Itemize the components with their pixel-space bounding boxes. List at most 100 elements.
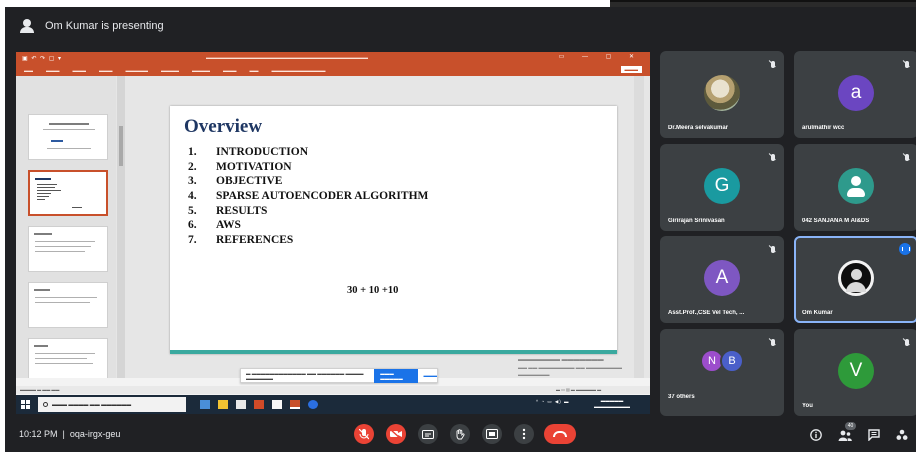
shared-screen[interactable]: ▣ ↶ ↷ ▢ ▾ ▬▬▬▬▬▬▬▬▬▬▬▬▬▬▬▬▬▬▬▬▬▬▬▬▬▬▬▬▬▬…: [16, 52, 650, 414]
agenda-item: 7. REFERENCES: [188, 234, 428, 249]
more-options-icon: [522, 428, 526, 440]
taskbar-app-icon: [236, 400, 246, 409]
slide-formula: 30 + 10 +10: [347, 285, 399, 296]
people-icon: [838, 430, 852, 441]
others-tile[interactable]: N B 37 others: [660, 329, 784, 416]
agenda-item: 6. AWS: [188, 219, 428, 234]
participant-name: arulmathir wcc: [802, 125, 845, 131]
slide-accent-bar: [170, 350, 617, 354]
agenda-item-label: OBJECTIVE: [216, 175, 283, 188]
taskbar-app-icon: [308, 400, 318, 409]
agenda-item: 3. OBJECTIVE: [188, 175, 428, 190]
system-tray-icons: ^ ◔ ▭ ◀) ▬: [536, 399, 570, 404]
presenter-person-icon: [19, 19, 35, 33]
speaking-indicator-icon: [899, 243, 911, 255]
ppt-doc-title: ▬▬▬▬▬▬▬▬▬▬▬▬▬▬▬▬▬▬▬▬▬▬▬▬▬▬▬▬▬▬▬▬▬▬▬▬: [206, 55, 368, 60]
camera-off-icon: [390, 429, 402, 439]
participant-user-avatar-icon: [838, 168, 874, 204]
participant-tile[interactable]: 042 SANJANA M AI&DS: [794, 144, 916, 231]
mic-muted-icon: [771, 246, 775, 253]
agenda-item-number: 1.: [188, 146, 197, 158]
agenda-item: 5. RESULTS: [188, 205, 428, 220]
taskbar-search-placeholder: ▬▬▬ ▬▬▬▬ ▬▬ ▬▬▬▬▬▬: [52, 401, 132, 408]
zoom-controls: ▬ ▭ ▤ ▬ ▬▬▬▬▬ ▬: [556, 387, 602, 392]
thumbnail-scrollbar: [117, 76, 125, 378]
presenter-banner: Om Kumar is presenting: [5, 7, 916, 45]
present-now-button[interactable]: [482, 424, 502, 444]
participant-avatar: G: [704, 168, 740, 204]
windows-taskbar: ▬▬▬ ▬▬▬▬ ▬▬ ▬▬▬▬▬▬ ^ ◔ ▭ ◀) ▬ ▬▬▬▬▬ ▬▬▬▬▬…: [16, 395, 650, 414]
mic-muted-icon: [905, 61, 909, 68]
meeting-time-and-code: 10:12 PM | oqa-irgx-geu: [19, 429, 121, 439]
top-edge-bar: [610, 0, 916, 7]
mini-avatar: B: [720, 349, 744, 373]
participant-tile[interactable]: Dr.Meera selvakumar: [660, 51, 784, 138]
participant-tile[interactable]: A Asst.Prof.,CSE Vel Tech, ...: [660, 236, 784, 323]
ppt-title-bar: ▣ ↶ ↷ ▢ ▾ ▬▬▬▬▬▬▬▬▬▬▬▬▬▬▬▬▬▬▬▬▬▬▬▬▬▬▬▬▬▬…: [16, 52, 650, 64]
ppt-status-bar: ▬▬▬▬ ▬ ▬▬ ▬▬ ▬ ▭ ▤ ▬ ▬▬▬▬▬ ▬: [16, 386, 650, 394]
activities-icon[interactable]: [896, 429, 908, 441]
taskbar-search-box: ▬▬▬ ▬▬▬▬ ▬▬ ▬▬▬▬▬▬: [38, 397, 186, 412]
editor-scrollbar: [634, 76, 644, 378]
participant-tile-speaking[interactable]: Om Kumar: [794, 236, 916, 323]
slide-counter: ▬▬▬▬ ▬ ▬▬ ▬▬: [20, 387, 60, 392]
participant-avatar: V: [838, 353, 874, 389]
participant-tile[interactable]: a arulmathir wcc: [794, 51, 916, 138]
mic-toggle-button[interactable]: [354, 424, 374, 444]
slide-thumbnail-active: [28, 170, 108, 216]
agenda-item-label: MOTIVATION: [216, 160, 292, 173]
mic-muted-icon: [905, 154, 909, 161]
people-button[interactable]: 40: [838, 422, 856, 443]
ppt-ribbon-tabs: ▬▬ ▬▬▬ ▬▬▬ ▬▬▬ ▬▬▬▬▬ ▬▬▬▬ ▬▬▬▬ ▬▬▬ ▬▬ ▬▬▬▬▬▬▬▬▬▬▬…: [16, 64, 650, 76]
slide-canvas: Overview 1. INTRODUCTION 2. MOTIVATION 3. OBJ…: [170, 106, 617, 354]
agenda-item-label: AWS: [216, 219, 241, 232]
agenda-list: 1. INTRODUCTION 2. MOTIVATION 3. OBJECTIVE 4. S…: [188, 146, 428, 249]
agenda-item-number: 6.: [188, 219, 197, 232]
agenda-item: 4. SPARSE AUTOENCODER ALGORITHM: [188, 190, 428, 205]
slide-thumbnails: [16, 76, 116, 384]
presenter-banner-text: Om Kumar is presenting: [45, 20, 164, 32]
captions-button[interactable]: [418, 424, 438, 444]
screen-share-notice: ▬ ▬▬▬▬▬▬▬▬▬▬▬▬ ▬▬ ▬▬▬▬▬▬ ▬▬▬▬ ▬▬▬▬▬▬ ▬▬▬…: [240, 368, 438, 383]
window-controls: ▭ — ▢ ✕: [558, 54, 642, 60]
people-count-badge: 40: [845, 422, 856, 430]
participant-name: Om Kumar: [802, 310, 833, 316]
mic-off-icon: [359, 428, 369, 439]
taskbar-app-icon: [254, 400, 264, 409]
chat-icon[interactable]: [868, 429, 880, 441]
self-tile[interactable]: V You: [794, 329, 916, 416]
participant-name: 042 SANJANA M AI&DS: [802, 218, 870, 224]
taskbar-clock: ▬▬▬▬▬ ▬▬▬▬▬▬▬▬: [594, 398, 630, 409]
agenda-item-number: 2.: [188, 160, 197, 173]
leave-call-button[interactable]: [544, 424, 576, 444]
meet-window: Om Kumar is presenting ▣ ↶ ↷ ▢ ▾ ▬▬▬▬▬▬▬…: [5, 7, 916, 452]
hide-notice-button: ▬▬▬: [423, 373, 438, 378]
slide-thumbnail: [28, 282, 108, 328]
taskbar-search-icon: [43, 402, 48, 407]
share-notice-text: ▬ ▬▬▬▬▬▬▬▬▬▬▬▬ ▬▬ ▬▬▬▬▬▬ ▬▬▬▬ ▬▬▬▬▬▬: [246, 370, 364, 381]
mic-muted-icon: [905, 339, 909, 346]
participant-photo-avatar: [704, 75, 740, 111]
end-call-icon: [553, 431, 567, 437]
activate-windows-watermark: ▬▬▬▬▬▬▬ ▬▬▬▬▬▬▬ ▬▬ ▬▬ ▬▬▬▬▬▬▬▬ ▬▬ ▬▬▬▬▬▬▬…: [518, 357, 623, 377]
slide-thumbnail: [28, 114, 108, 160]
ppt-share-button: ▬▬▬: [620, 66, 642, 73]
raise-hand-button[interactable]: [450, 424, 470, 444]
taskbar-app-icon: [290, 400, 300, 409]
agenda-item-number: 7.: [188, 234, 197, 247]
agenda-item-number: 4.: [188, 190, 197, 203]
agenda-item-label: INTRODUCTION: [216, 146, 309, 158]
participant-name: Asst.Prof.,CSE Vel Tech, ...: [668, 310, 745, 316]
agenda-item-label: RESULTS: [216, 204, 268, 217]
taskbar-app-icon: [272, 400, 282, 409]
more-options-button[interactable]: [514, 424, 534, 444]
participant-tile[interactable]: G Girirajan Srinivasan: [660, 144, 784, 231]
camera-toggle-button[interactable]: [386, 424, 406, 444]
mic-muted-icon: [771, 339, 775, 346]
mic-muted-icon: [771, 61, 775, 68]
present-icon: [486, 429, 498, 439]
participant-name: You: [802, 403, 813, 409]
agenda-item-label: SPARSE AUTOENCODER ALGORITHM: [216, 190, 429, 203]
info-icon[interactable]: [810, 429, 822, 441]
ppt-workspace: Overview 1. INTRODUCTION 2. MOTIVATION 3. OBJ…: [16, 76, 650, 400]
